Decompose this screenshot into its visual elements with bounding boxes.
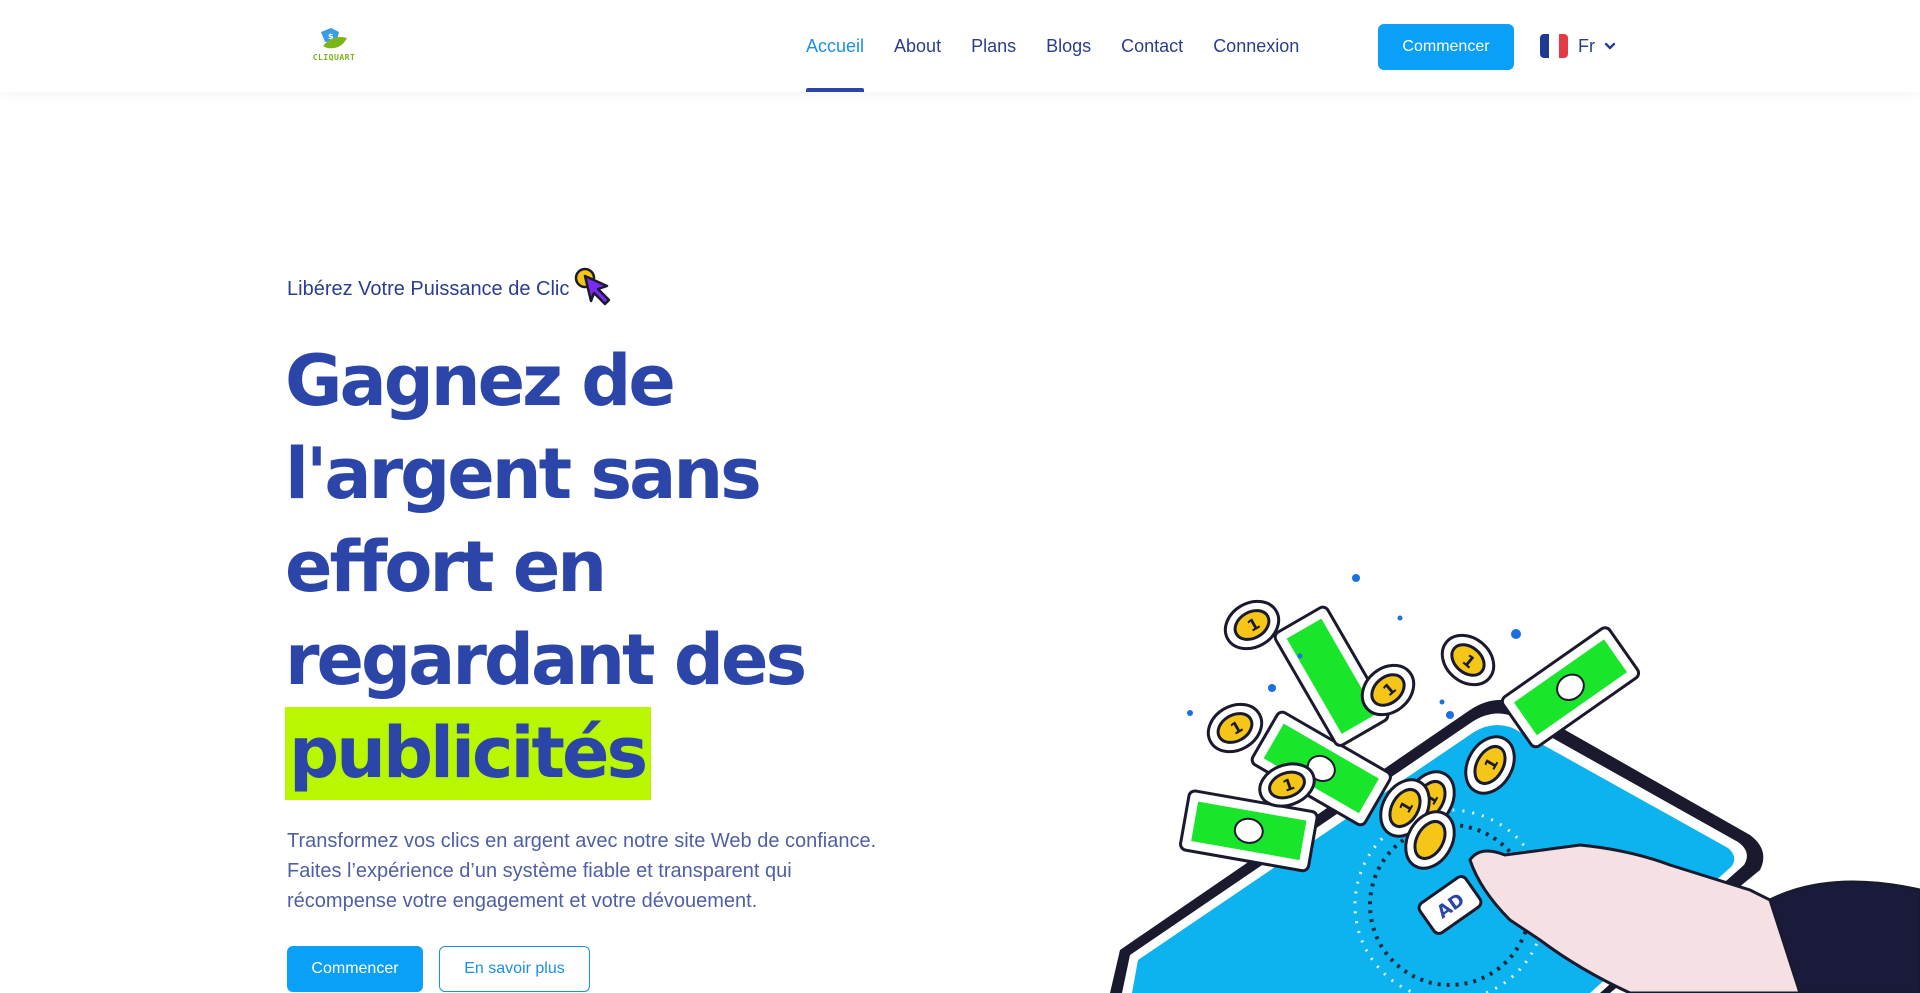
france-flag-icon: [1540, 34, 1568, 58]
logo[interactable]: $ CLIQUART: [310, 26, 358, 68]
main-nav: Accueil About Plans Blogs Contact Connex…: [806, 0, 1329, 92]
headline-line-1: Gagnez de: [285, 340, 676, 422]
hero-description: Transformez vos clics en argent avec not…: [287, 830, 877, 912]
logo-icon: $: [321, 28, 347, 49]
eyebrow-text: Libérez Votre Puissance de Clic: [287, 277, 570, 300]
learn-more-button[interactable]: En savoir plus: [439, 946, 590, 992]
hero-eyebrow: Libérez Votre Puissance de Clic: [287, 267, 617, 308]
headline-highlight: publicités: [285, 707, 652, 800]
hero-illustration: AD 1 1 1 1 1 1 1 1: [1110, 574, 1920, 993]
nav-link-plans[interactable]: Plans: [971, 0, 1016, 92]
nav-link-contact[interactable]: Contact: [1121, 0, 1183, 92]
nav-link-about[interactable]: About: [894, 0, 941, 92]
headline-line-2: l'argent sans: [285, 433, 762, 515]
headline-line-4: regardant des: [285, 619, 807, 701]
hero-start-button[interactable]: Commencer: [287, 946, 423, 992]
nav-link-accueil[interactable]: Accueil: [806, 0, 865, 92]
nav-link-connexion[interactable]: Connexion: [1213, 0, 1299, 92]
language-label: Fr: [1578, 35, 1595, 56]
cursor-click-icon: [575, 267, 611, 306]
chevron-down-icon: [1604, 42, 1616, 50]
logo-text: CLIQUART: [312, 53, 356, 62]
hero-headline: Gagnez de l'argent sans effort en regard…: [285, 335, 905, 800]
nav-link-blogs[interactable]: Blogs: [1046, 0, 1091, 92]
headline-line-3: effort en: [285, 526, 607, 608]
language-selector[interactable]: Fr: [1540, 32, 1617, 60]
nav-start-button[interactable]: Commencer: [1378, 24, 1514, 70]
navbar: $ CLIQUART Accueil About Plans Blogs Con…: [0, 0, 1920, 92]
